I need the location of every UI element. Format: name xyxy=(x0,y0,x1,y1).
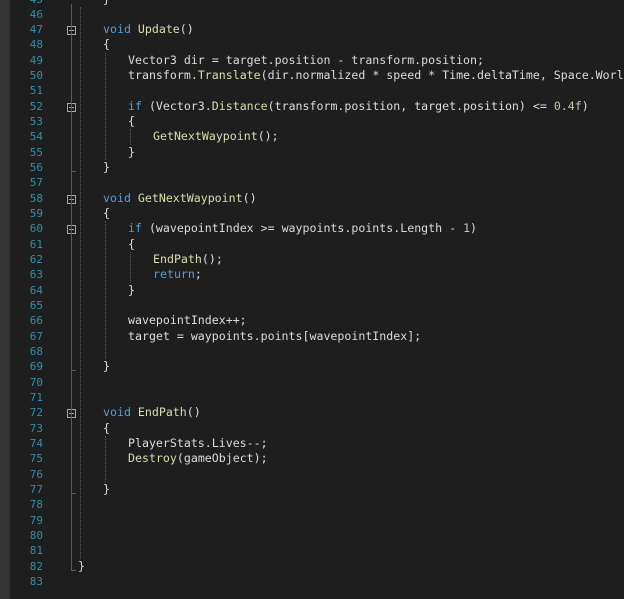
code-token: } xyxy=(128,282,135,297)
code-line-74: PlayerStats.Lives--; xyxy=(128,436,268,451)
code-token: return xyxy=(153,267,195,282)
code-line-77: } xyxy=(103,482,110,497)
code-editor[interactable]: 4546474849505152535455565758596061626364… xyxy=(0,0,624,599)
code-token: } xyxy=(128,144,135,159)
code-token: Translate xyxy=(197,68,261,83)
code-line-45: } xyxy=(103,0,110,7)
code-token: void xyxy=(103,405,131,420)
code-token: wavepointIndex++; xyxy=(128,313,247,328)
code-token: ; xyxy=(194,267,202,282)
code-token: transform. xyxy=(128,68,198,83)
code-token: () xyxy=(242,190,257,205)
code-area[interactable]: }void Update(){Vector3 dir = target.posi… xyxy=(0,0,624,599)
code-token: { xyxy=(103,206,110,221)
code-token: { xyxy=(128,236,135,251)
code-token: (); xyxy=(257,129,279,144)
code-line-54: GetNextWaypoint(); xyxy=(153,129,279,144)
code-line-59: { xyxy=(103,206,110,221)
code-token: (); xyxy=(201,252,223,267)
code-line-72: void EndPath() xyxy=(103,405,201,420)
code-token: Vector3 dir = target.position - transfor… xyxy=(128,52,484,67)
code-line-53: { xyxy=(128,114,135,129)
indent-guide xyxy=(105,52,106,161)
code-line-75: Destroy(gameObject); xyxy=(128,451,268,466)
code-token: (transform.position, target.position) <= xyxy=(267,98,554,113)
code-token: (Vector3. xyxy=(141,98,212,113)
code-line-49: Vector3 dir = target.position - transfor… xyxy=(128,53,484,68)
code-line-55: } xyxy=(128,145,135,160)
code-token: (dir.normalized * speed * Time.deltaTime… xyxy=(260,68,624,83)
code-token: } xyxy=(103,482,110,497)
code-token: Destroy xyxy=(128,451,177,466)
code-line-50: transform.Translate(dir.normalized * spe… xyxy=(128,68,624,83)
code-line-56: } xyxy=(103,160,110,175)
indent-guide xyxy=(80,6,81,559)
code-token: } xyxy=(103,0,110,6)
indent-guide xyxy=(130,129,131,145)
code-token: PlayerStats.Lives--; xyxy=(128,436,268,451)
code-token: GetNextWaypoint xyxy=(137,190,243,205)
code-line-58: void GetNextWaypoint() xyxy=(103,191,257,206)
code-line-73: { xyxy=(103,421,110,436)
code-line-67: target = waypoints.points[wavepointIndex… xyxy=(128,329,421,344)
indent-guide xyxy=(130,252,131,283)
code-line-61: { xyxy=(128,237,135,252)
code-line-60: if (wavepointIndex >= waypoints.points.L… xyxy=(128,221,477,236)
indent-guide xyxy=(105,221,106,360)
indent-guide xyxy=(105,436,106,483)
code-token: (wavepointIndex >= waypoints.points.Leng… xyxy=(141,221,464,236)
code-token: } xyxy=(103,160,110,175)
code-line-64: } xyxy=(128,283,135,298)
code-line-48: { xyxy=(103,37,110,52)
code-token: void xyxy=(103,22,131,37)
code-token: EndPath xyxy=(137,405,187,420)
code-token: ) xyxy=(581,98,589,113)
code-line-63: return; xyxy=(153,267,202,282)
code-token: () xyxy=(186,405,201,420)
code-token: 0.4f xyxy=(553,98,582,113)
outline-connector xyxy=(71,569,76,571)
code-token: void xyxy=(103,190,131,205)
code-token: Update xyxy=(137,22,180,37)
code-token: } xyxy=(103,359,110,374)
code-token: EndPath xyxy=(153,252,202,267)
code-line-69: } xyxy=(103,359,110,374)
code-token: if xyxy=(128,98,142,113)
code-token: { xyxy=(103,37,110,52)
code-token: if xyxy=(128,221,142,236)
code-token: 1 xyxy=(463,221,471,236)
code-line-66: wavepointIndex++; xyxy=(128,313,247,328)
code-token: (gameObject); xyxy=(176,451,268,466)
code-line-62: EndPath(); xyxy=(153,252,223,267)
code-token: GetNextWaypoint xyxy=(153,129,258,144)
code-token: Distance xyxy=(211,98,268,113)
code-line-47: void Update() xyxy=(103,22,194,37)
code-token: { xyxy=(128,114,135,129)
code-line-52: if (Vector3.Distance(transform.position,… xyxy=(128,99,589,114)
code-line-82: } xyxy=(78,559,85,574)
code-token: } xyxy=(78,558,85,573)
code-token: ) xyxy=(470,221,478,236)
code-token: { xyxy=(103,420,110,435)
code-token: () xyxy=(179,22,194,37)
code-token: target = waypoints.points[wavepointIndex… xyxy=(128,328,422,343)
outline-connector xyxy=(71,3,72,571)
